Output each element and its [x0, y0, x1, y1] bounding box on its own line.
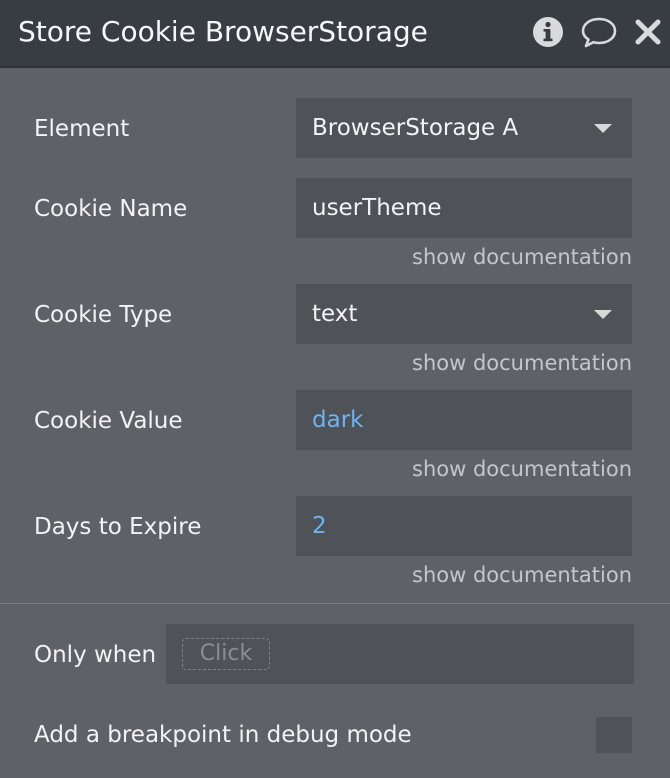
panel-title: Store Cookie BrowserStorage A (	[18, 15, 436, 48]
cookie-value-input[interactable]: dark	[296, 390, 632, 450]
cookie-type-label: Cookie Type	[34, 302, 173, 328]
days-to-expire-label: Days to Expire	[34, 514, 202, 540]
section-divider	[0, 603, 670, 604]
element-label: Element	[34, 116, 130, 142]
breakpoint-checkbox[interactable]	[596, 717, 632, 753]
days-to-expire-input[interactable]: 2	[296, 496, 632, 556]
comment-icon[interactable]	[581, 14, 617, 50]
only-when-condition-input[interactable]: Click	[166, 624, 634, 684]
cookie-type-dropdown[interactable]: text	[296, 284, 632, 344]
close-icon[interactable]	[630, 14, 666, 50]
cookie-value-label: Cookie Value	[34, 408, 183, 434]
property-editor-panel: Store Cookie BrowserStorage A ( Element …	[0, 0, 670, 778]
cookie-type-show-documentation-link[interactable]: show documentation	[412, 349, 632, 377]
cookie-name-show-documentation-link[interactable]: show documentation	[412, 243, 632, 271]
cookie-value-show-documentation-link[interactable]: show documentation	[412, 455, 632, 483]
panel-header: Store Cookie BrowserStorage A (	[0, 0, 670, 68]
cookie-type-dropdown-value: text	[312, 301, 358, 327]
info-icon[interactable]	[530, 14, 566, 50]
element-dropdown[interactable]: BrowserStorage A	[296, 98, 632, 158]
only-when-label: Only when	[34, 642, 157, 668]
cookie-name-label: Cookie Name	[34, 196, 188, 222]
days-to-expire-show-documentation-link[interactable]: show documentation	[412, 561, 632, 589]
element-dropdown-value: BrowserStorage A	[312, 115, 519, 141]
breakpoint-label: Add a breakpoint in debug mode	[34, 722, 412, 748]
cookie-name-input[interactable]: userTheme	[296, 178, 632, 238]
chevron-down-icon	[594, 124, 612, 133]
chevron-down-icon	[594, 310, 612, 319]
condition-placeholder[interactable]: Click	[182, 638, 270, 670]
